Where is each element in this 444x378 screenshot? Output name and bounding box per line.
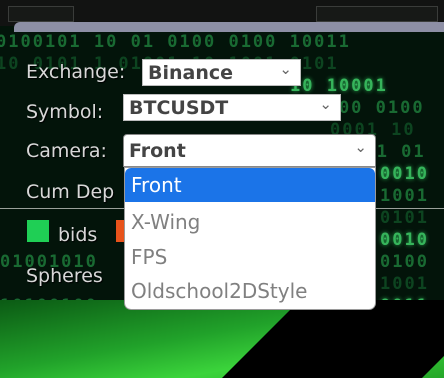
camera-option-front[interactable]: Front xyxy=(125,168,375,202)
symbol-label: Symbol: xyxy=(26,101,104,123)
camera-value: Front xyxy=(129,140,186,162)
camera-option-fps[interactable]: FPS xyxy=(125,240,375,274)
symbol-value: BTCUSDT xyxy=(129,97,229,119)
chevron-down-icon: ⌄ xyxy=(354,138,367,156)
bids-label: bids xyxy=(58,224,98,246)
camera-option-oldschool2dstyle[interactable]: Oldschool2DStyle xyxy=(125,274,375,308)
symbol-select[interactable]: BTCUSDT ⌄ xyxy=(123,94,341,121)
camera-option-x-wing[interactable]: X-Wing xyxy=(125,205,375,239)
toolbar-segment xyxy=(316,6,438,22)
camera-label: Camera: xyxy=(26,140,107,162)
chevron-down-icon: ⌄ xyxy=(319,95,332,113)
camera-select[interactable]: Front ⌄ xyxy=(123,134,376,167)
exchange-select[interactable]: Binance ⌄ xyxy=(142,59,301,86)
toolbar-segment xyxy=(8,6,74,22)
camera-dropdown-list: Front X-Wing FPS Oldschool2DStyle xyxy=(124,167,376,310)
chevron-down-icon: ⌄ xyxy=(279,60,292,78)
exchange-value: Binance xyxy=(148,62,234,84)
cum-depth-label: Cum Dep xyxy=(26,181,115,203)
spheres-label: Spheres xyxy=(26,265,103,287)
bids-swatch xyxy=(27,220,49,242)
panel-top-border xyxy=(14,22,444,32)
exchange-label: Exchange: xyxy=(26,61,126,83)
